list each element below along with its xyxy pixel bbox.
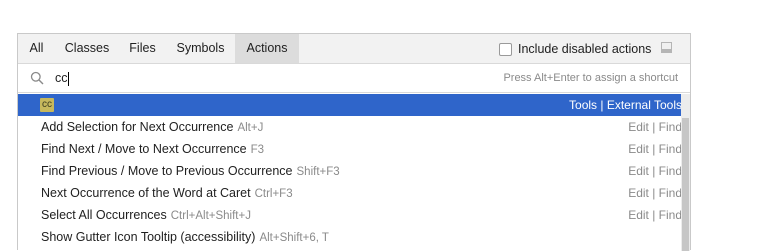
result-name: Select All Occurrences Ctrl+Alt+Shift+J: [41, 208, 251, 222]
result-location: Edit | Find: [628, 186, 682, 200]
open-in-window-icon[interactable]: [661, 42, 672, 53]
result-item[interactable]: Add Selection for Next Occurrence Alt+J E…: [18, 116, 688, 138]
tab-files[interactable]: Files: [119, 34, 166, 63]
tab-symbols[interactable]: Symbols: [166, 34, 235, 63]
tab-all[interactable]: All: [18, 34, 55, 63]
results-list: cc Tools | External Tools Add Selection …: [18, 94, 690, 251]
include-disabled-label: Include disabled actions: [518, 42, 652, 56]
result-shortcut: Shift+F3: [296, 166, 340, 178]
result-item[interactable]: cc Tools | External Tools: [18, 94, 688, 116]
scrollbar-track[interactable]: [681, 94, 690, 251]
search-input[interactable]: [55, 69, 375, 87]
include-disabled-toggle[interactable]: Include disabled actions: [499, 41, 651, 57]
result-item[interactable]: Find Next / Move to Next Occurrence F3 Ed…: [18, 138, 688, 160]
result-item[interactable]: Show Gutter Icon Tooltip (accessibility)…: [18, 226, 688, 248]
tab-classes[interactable]: Classes: [55, 34, 119, 63]
shortcut-hint: Press Alt+Enter to assign a shortcut: [503, 72, 678, 84]
result-location: Edit | Find: [628, 208, 682, 222]
result-item[interactable]: Select All Occurrences Ctrl+Alt+Shift+J E…: [18, 204, 688, 226]
result-name: Find Next / Move to Next Occurrence F3: [41, 142, 265, 156]
result-shortcut: Ctrl+Alt+Shift+J: [170, 210, 251, 222]
result-item[interactable]: Next Occurrence of the Word at Caret Ctrl…: [18, 182, 688, 204]
search-bar: Press Alt+Enter to assign a shortcut: [18, 64, 690, 93]
result-location: Tools | External Tools: [569, 98, 682, 112]
result-name: Show Gutter Icon Tooltip (accessibility)…: [41, 230, 329, 244]
result-location: Edit | Find: [628, 164, 682, 178]
result-name: Find Previous / Move to Previous Occurre…: [41, 164, 340, 178]
text-caret: [68, 72, 69, 86]
include-disabled-checkbox[interactable]: [499, 42, 512, 56]
result-name: Add Selection for Next Occurrence Alt+J: [41, 120, 264, 134]
result-item[interactable]: Find Previous / Move to Previous Occurre…: [18, 160, 688, 182]
result-shortcut: Alt+Shift+6, T: [259, 232, 329, 244]
tab-actions[interactable]: Actions: [235, 34, 299, 63]
search-icon: [30, 71, 44, 85]
result-shortcut: Alt+J: [237, 122, 264, 134]
tab-bar: All Classes Files Symbols Actions Includ…: [18, 34, 690, 64]
result-location: Edit | Find: [628, 142, 682, 156]
result-location: Edit | Find: [628, 120, 682, 134]
result-name: Next Occurrence of the Word at Caret Ctrl…: [41, 186, 293, 200]
result-shortcut: Ctrl+F3: [254, 188, 293, 200]
result-shortcut: F3: [250, 144, 265, 156]
external-tool-badge: cc: [40, 98, 54, 112]
search-everywhere-popup: All Classes Files Symbols Actions Includ…: [17, 33, 691, 251]
scrollbar-thumb[interactable]: [682, 118, 689, 251]
